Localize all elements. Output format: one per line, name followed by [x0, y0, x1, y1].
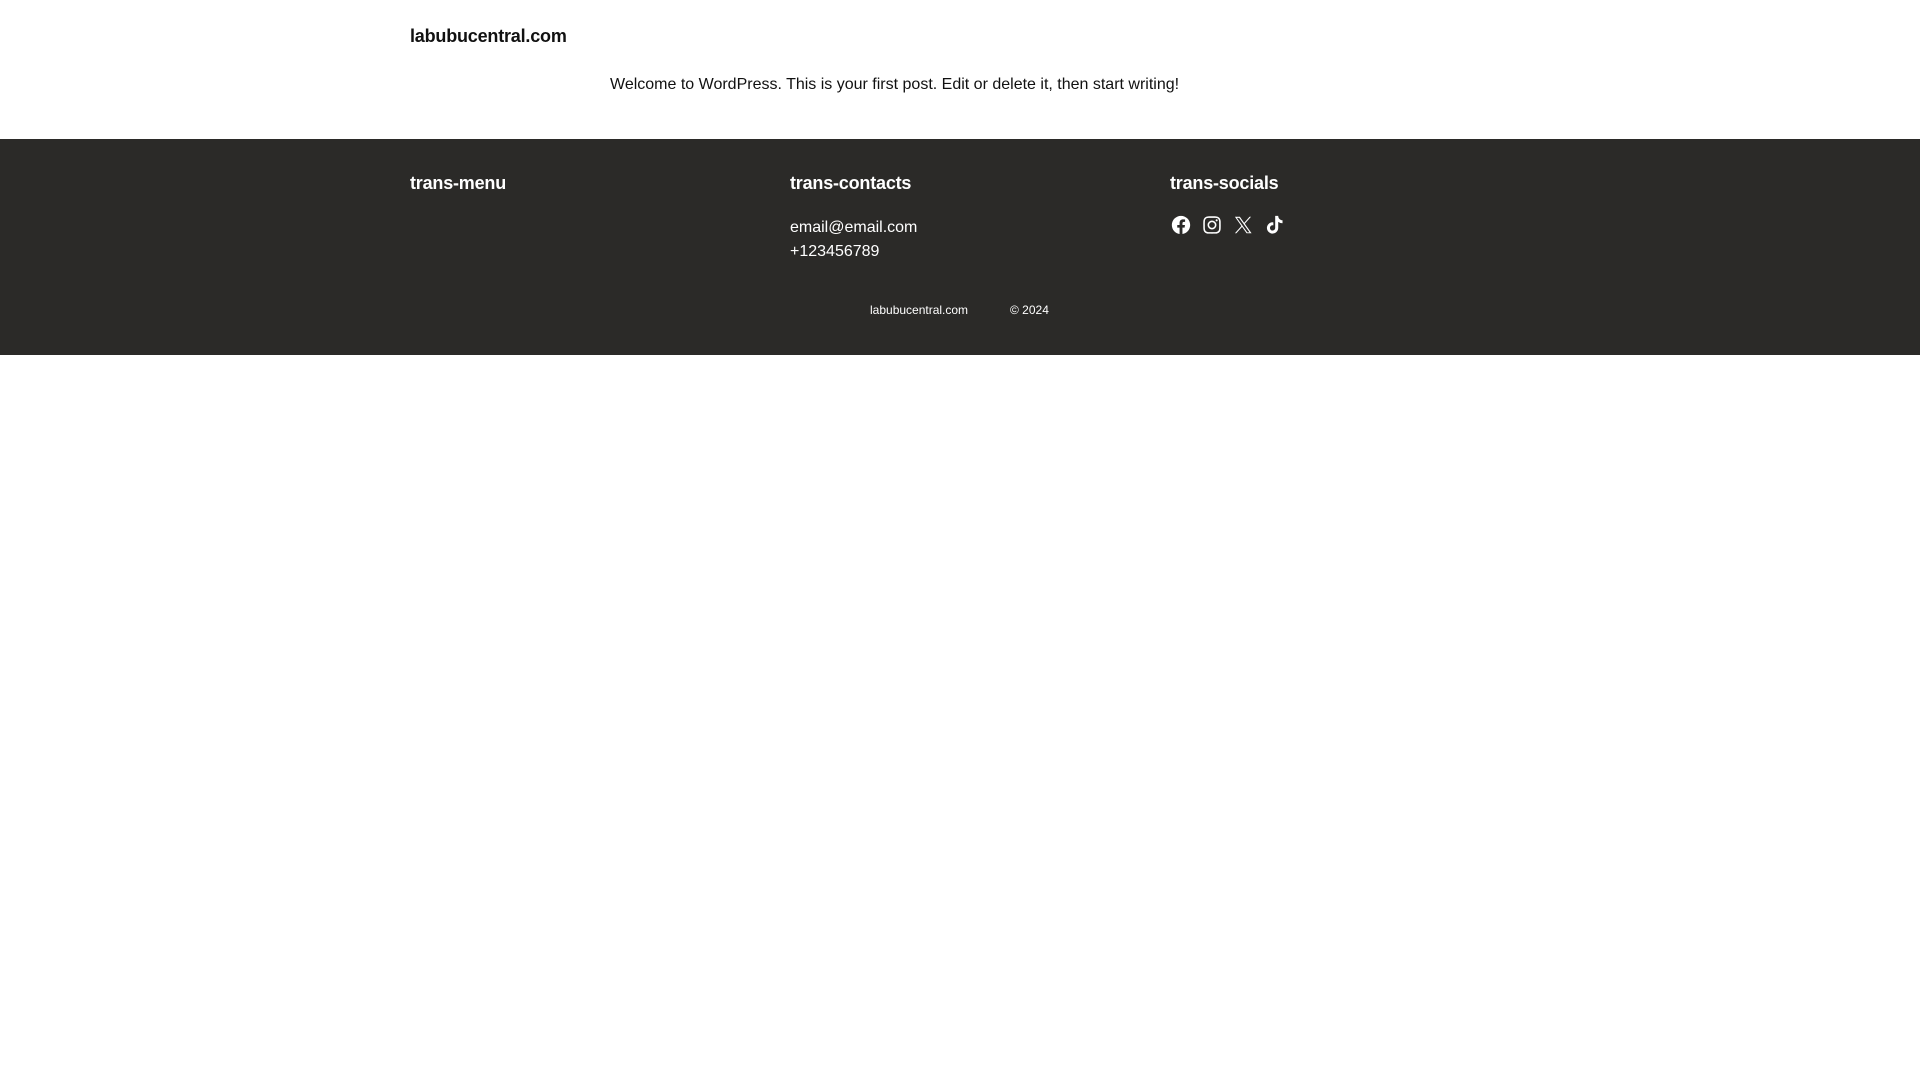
contact-email-link[interactable]: email@email.com — [790, 216, 917, 240]
tiktok-icon[interactable] — [1263, 214, 1285, 236]
contact-phone-link[interactable]: +123456789 — [790, 240, 917, 264]
footer-contacts-heading: trans-contacts — [790, 173, 912, 193]
site-footer: trans-menu trans-contacts email@email.co… — [0, 139, 1920, 355]
footer-socials-heading: trans-socials — [1170, 173, 1279, 193]
footer-menu-column: trans-menu — [410, 173, 506, 216]
footer-site-name[interactable]: labubucentral.com — [870, 303, 968, 317]
footer-menu-heading: trans-menu — [410, 173, 507, 193]
footer-contacts-column: trans-contacts email@email.com +12345678… — [790, 173, 917, 264]
instagram-icon[interactable] — [1201, 214, 1223, 236]
social-links — [1170, 214, 1285, 236]
site-title-link[interactable]: labubucentral.com — [410, 26, 567, 47]
site-header: labubucentral.com Welcome to WordPress. … — [0, 0, 1920, 139]
footer-copyright: © 2024 — [1010, 303, 1049, 317]
post-excerpt: Welcome to WordPress. This is your first… — [610, 76, 1180, 93]
footer-socials-column: trans-socials — [1170, 173, 1285, 236]
x-icon[interactable] — [1232, 214, 1254, 236]
facebook-icon[interactable] — [1170, 214, 1192, 236]
